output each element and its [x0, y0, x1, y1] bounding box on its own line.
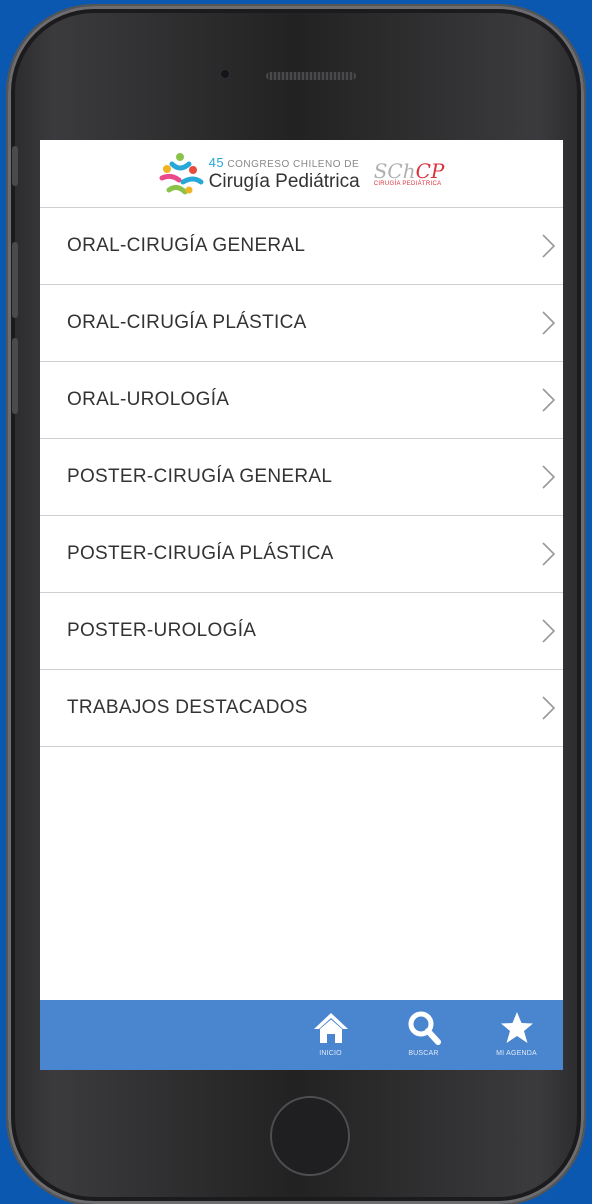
chevron-right-icon [542, 311, 556, 335]
star-icon [500, 1012, 533, 1043]
list-item-label: ORAL-UROLOGÍA [67, 389, 230, 410]
logo-top-text: CONGRESO CHILENO DE [227, 159, 360, 170]
list-item-poster-cirugia-general[interactable]: POSTER-CIRUGÍA GENERAL [40, 439, 563, 516]
volume-up-button [12, 242, 18, 318]
chevron-right-icon [542, 234, 556, 258]
chevron-right-icon [542, 696, 556, 720]
schcp-black-text: SCh [373, 158, 416, 183]
chevron-right-icon [542, 542, 556, 566]
list-item-label: POSTER-CIRUGÍA GENERAL [67, 466, 333, 487]
list-item-oral-urologia[interactable]: ORAL-UROLOGÍA [40, 362, 563, 439]
tab-label: INICIO [319, 1050, 342, 1057]
schcp-subtitle: CIRUGÍA PEDIÁTRICA [373, 180, 442, 187]
schcp-red-text: CP [415, 158, 445, 183]
app-screen: 45 CONGRESO CHILENO DE Cirugía Pediátric… [40, 140, 563, 1070]
logo-title: Cirugía Pediátrica [208, 171, 360, 192]
children-logo-icon [159, 152, 204, 194]
list-item-poster-urologia[interactable]: POSTER-UROLOGÍA [40, 593, 563, 670]
schcp-logo: SChCP CIRUGÍA PEDIÁTRICA [374, 161, 445, 187]
chevron-right-icon [542, 388, 556, 412]
tab-buscar[interactable]: BUSCAR [377, 1000, 470, 1070]
earpiece-speaker [266, 72, 356, 80]
list-item-label: ORAL-CIRUGÍA PLÁSTICA [67, 312, 307, 333]
category-list: ORAL-CIRUGÍA GENERAL ORAL-CIRUGÍA PLÁSTI… [40, 208, 563, 747]
tab-label: MI AGENDA [496, 1050, 537, 1057]
logo-number: 45 [208, 155, 225, 170]
chevron-right-icon [542, 619, 556, 643]
logo-subtitle: 45 CONGRESO CHILENO DE [209, 156, 360, 170]
search-icon [408, 1011, 441, 1045]
mute-switch [12, 146, 18, 186]
list-item-label: POSTER-UROLOGÍA [67, 620, 257, 641]
volume-down-button [12, 338, 18, 414]
list-item-label: TRABAJOS DESTACADOS [67, 697, 308, 718]
list-item-label: POSTER-CIRUGÍA PLÁSTICA [67, 543, 334, 564]
list-item-poster-cirugia-plastica[interactable]: POSTER-CIRUGÍA PLÁSTICA [40, 516, 563, 593]
bottom-tab-bar: INICIO BUSCAR MI AGENDA [40, 1000, 563, 1070]
front-camera [219, 68, 231, 80]
tab-label: BUSCAR [408, 1050, 439, 1057]
tab-inicio[interactable]: INICIO [284, 1000, 377, 1070]
list-item-label: ORAL-CIRUGÍA GENERAL [67, 235, 306, 256]
app-header: 45 CONGRESO CHILENO DE Cirugía Pediátric… [40, 140, 563, 208]
list-item-trabajos-destacados[interactable]: TRABAJOS DESTACADOS [40, 670, 563, 747]
tab-mi-agenda[interactable]: MI AGENDA [470, 1000, 563, 1070]
home-button[interactable] [270, 1096, 350, 1176]
home-icon [313, 1013, 348, 1043]
list-item-oral-cirugia-general[interactable]: ORAL-CIRUGÍA GENERAL [40, 208, 563, 285]
list-item-oral-cirugia-plastica[interactable]: ORAL-CIRUGÍA PLÁSTICA [40, 285, 563, 362]
congress-logo: 45 CONGRESO CHILENO DE Cirugía Pediátric… [159, 152, 360, 196]
chevron-right-icon [542, 465, 556, 489]
